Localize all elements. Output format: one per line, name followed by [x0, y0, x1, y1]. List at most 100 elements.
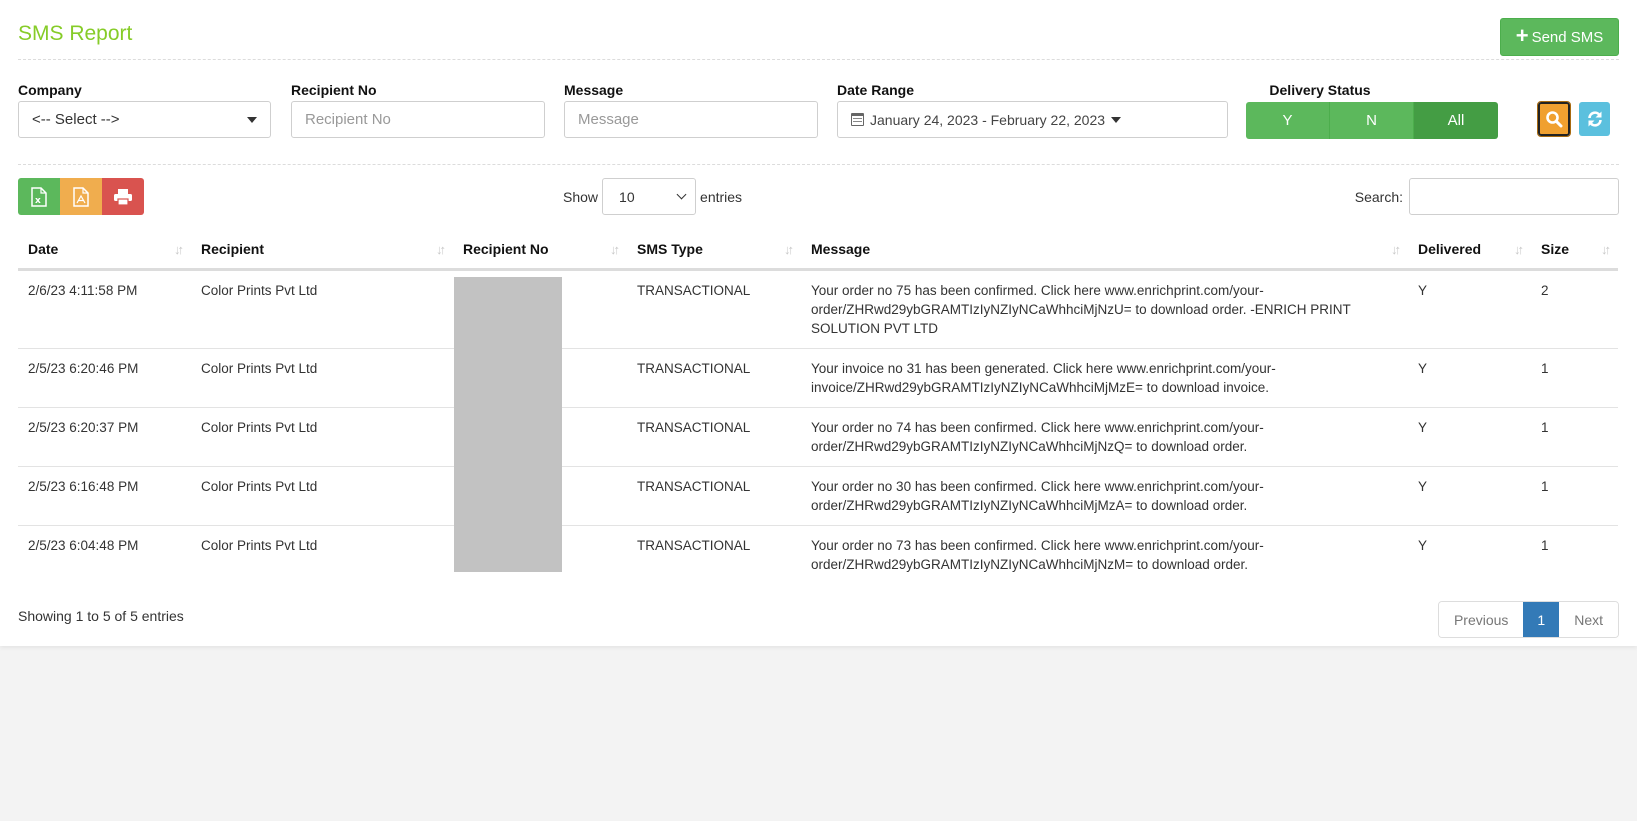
previous-page-button[interactable]: Previous	[1438, 602, 1524, 637]
column-header-label: Recipient No	[463, 240, 549, 257]
cell-size: 1	[1531, 407, 1618, 467]
cell-sms-type: TRANSACTIONAL	[627, 269, 801, 349]
send-sms-label: Send SMS	[1531, 28, 1604, 46]
column-header-date[interactable]: Date ↓↑	[18, 230, 191, 271]
pdf-file-icon	[73, 186, 89, 207]
search-label: Search:	[1354, 188, 1403, 205]
print-icon	[114, 188, 132, 206]
date-range-picker[interactable]: January 24, 2023 - February 22, 2023	[837, 101, 1228, 138]
cell-date: 2/5/23 6:16:48 PM	[18, 466, 191, 526]
column-header-label: Message	[811, 240, 871, 257]
caret-down-icon	[247, 116, 257, 123]
cell-sms-type: TRANSACTIONAL	[627, 407, 801, 467]
column-header-sms-type[interactable]: SMS Type ↓↑	[627, 230, 801, 271]
message-placeholder: Message	[578, 111, 639, 128]
refresh-icon	[1587, 111, 1602, 127]
table-row: 2/6/23 4:11:58 PM Color Prints Pvt Ltd TRA…	[18, 269, 1618, 349]
delivery-status-toggle: Y N All	[1246, 102, 1498, 139]
sort-icon: ↓↑	[436, 242, 446, 257]
page-length-select[interactable]: 10	[602, 178, 697, 215]
company-label: Company	[18, 82, 82, 98]
column-header-label: Date	[28, 240, 59, 257]
pagination: Previous 1 Next	[1437, 601, 1619, 638]
sort-icon: ↓↑	[1514, 242, 1524, 257]
message-label: Message	[564, 82, 624, 98]
company-filter: Company <-- Select -->	[18, 82, 271, 138]
svg-text:x: x	[35, 196, 41, 206]
table-toolbar: x Show 10 entries Search:	[18, 166, 1619, 226]
recipient-no-filter: Recipient No Recipient No	[291, 82, 545, 138]
plus-icon: +	[1515, 22, 1529, 48]
cell-size: 1	[1531, 348, 1618, 408]
page-length-control: Show 10 entries	[563, 178, 742, 215]
cell-sms-type: TRANSACTIONAL	[627, 348, 801, 408]
export-pdf-button[interactable]	[60, 178, 102, 215]
table-row: 2/5/23 6:20:37 PM Color Prints Pvt Ltd TRA…	[18, 407, 1618, 467]
column-header-size[interactable]: Size ↓↑	[1531, 230, 1618, 271]
cell-sms-type: TRANSACTIONAL	[627, 466, 801, 526]
column-header-label: Size	[1541, 240, 1570, 257]
status-all-button[interactable]: All	[1414, 102, 1498, 139]
redacted-recipient-numbers	[454, 277, 562, 572]
company-select[interactable]: <-- Select -->	[18, 101, 271, 138]
cell-delivered: Y	[1418, 537, 1428, 553]
recipient-no-input[interactable]: Recipient No	[291, 101, 545, 138]
cell-recipient: Color Prints Pvt Ltd	[201, 537, 318, 553]
cell-date: 2/5/23 6:04:48 PM	[28, 537, 139, 553]
column-header-label: SMS Type	[637, 240, 703, 257]
refresh-button[interactable]	[1579, 102, 1610, 136]
delivery-status-label: Delivery Status	[1269, 82, 1371, 98]
recipient-no-placeholder: Recipient No	[305, 111, 391, 128]
column-header-label: Delivered	[1418, 240, 1482, 257]
cell-delivered: Y	[1408, 348, 1531, 408]
column-header-message[interactable]: Message ↓↑	[801, 230, 1408, 271]
table-info: Showing 1 to 5 of 5 entries	[18, 608, 184, 624]
table-row: 2/5/23 6:20:46 PM Color Prints Pvt Ltd TRA…	[18, 348, 1618, 408]
sort-icon: ↓↑	[610, 242, 620, 257]
cell-message: Your order no 75 has been confirmed. Cli…	[801, 269, 1408, 349]
page-header: SMS Report + Send SMS	[18, 0, 1619, 60]
date-range-value: January 24, 2023 - February 22, 2023	[870, 111, 1106, 128]
table-search: Search:	[1355, 178, 1619, 215]
message-input[interactable]: Message	[564, 101, 818, 138]
status-y-button[interactable]: Y	[1246, 102, 1330, 139]
table-row: 2/5/23 6:16:48 PM Color Prints Pvt Ltd TRA…	[18, 466, 1618, 526]
date-range-filter: Date Range January 24, 2023 - February 2…	[837, 82, 1228, 138]
cell-message: Your order no 73 has been confirmed. Cli…	[811, 537, 1264, 572]
table-body: 2/6/23 4:11:58 PM Color Prints Pvt Ltd TRA…	[18, 269, 1618, 584]
column-header-delivered[interactable]: Delivered ↓↑	[1408, 230, 1531, 271]
next-page-button[interactable]: Next	[1559, 602, 1618, 637]
sort-icon: ↓↑	[174, 242, 184, 257]
page-1-button[interactable]: 1	[1523, 602, 1560, 637]
sort-icon: ↓↑	[1601, 242, 1611, 257]
excel-file-icon: x	[31, 186, 47, 207]
status-n-button[interactable]: N	[1330, 102, 1414, 139]
filter-bar: Company <-- Select --> Recipient No Reci…	[18, 60, 1619, 165]
entries-label: entries	[700, 188, 743, 205]
cell-date: 2/5/23 6:20:46 PM	[18, 348, 191, 408]
report-card: SMS Report + Send SMS Company <-- Select…	[0, 0, 1637, 646]
column-header-recipient-no[interactable]: Recipient No ↓↑	[453, 230, 627, 271]
column-header-recipient[interactable]: Recipient ↓↑	[191, 230, 453, 271]
caret-down-icon	[1111, 116, 1122, 123]
chevron-down-icon	[676, 189, 687, 200]
export-buttons: x	[18, 178, 144, 215]
search-button[interactable]	[1537, 101, 1571, 137]
company-select-value: <-- Select -->	[32, 111, 120, 128]
send-sms-button[interactable]: + Send SMS	[1500, 18, 1619, 56]
export-excel-button[interactable]: x	[18, 178, 60, 215]
cell-message: Your order no 74 has been confirmed. Cli…	[801, 407, 1408, 467]
table-search-input[interactable]	[1409, 178, 1619, 215]
cell-date: 2/6/23 4:11:58 PM	[18, 269, 191, 349]
print-button[interactable]	[102, 178, 144, 215]
message-filter: Message Message	[564, 82, 818, 138]
page-title: SMS Report	[18, 22, 133, 45]
table-row: 2/5/23 6:04:48 PM Color Prints Pvt Ltd TRA…	[18, 525, 1618, 584]
search-icon	[1546, 111, 1563, 128]
cell-size: 1	[1531, 466, 1618, 526]
cell-message: Your invoice no 31 has been generated. C…	[801, 348, 1408, 408]
cell-recipient: Color Prints Pvt Ltd	[191, 407, 453, 467]
recipient-no-label: Recipient No	[291, 82, 377, 98]
table-header-row: Date ↓↑ Recipient ↓↑ Recipient No ↓↑ SMS Ty…	[18, 230, 1618, 271]
date-range-label: Date Range	[837, 82, 915, 98]
